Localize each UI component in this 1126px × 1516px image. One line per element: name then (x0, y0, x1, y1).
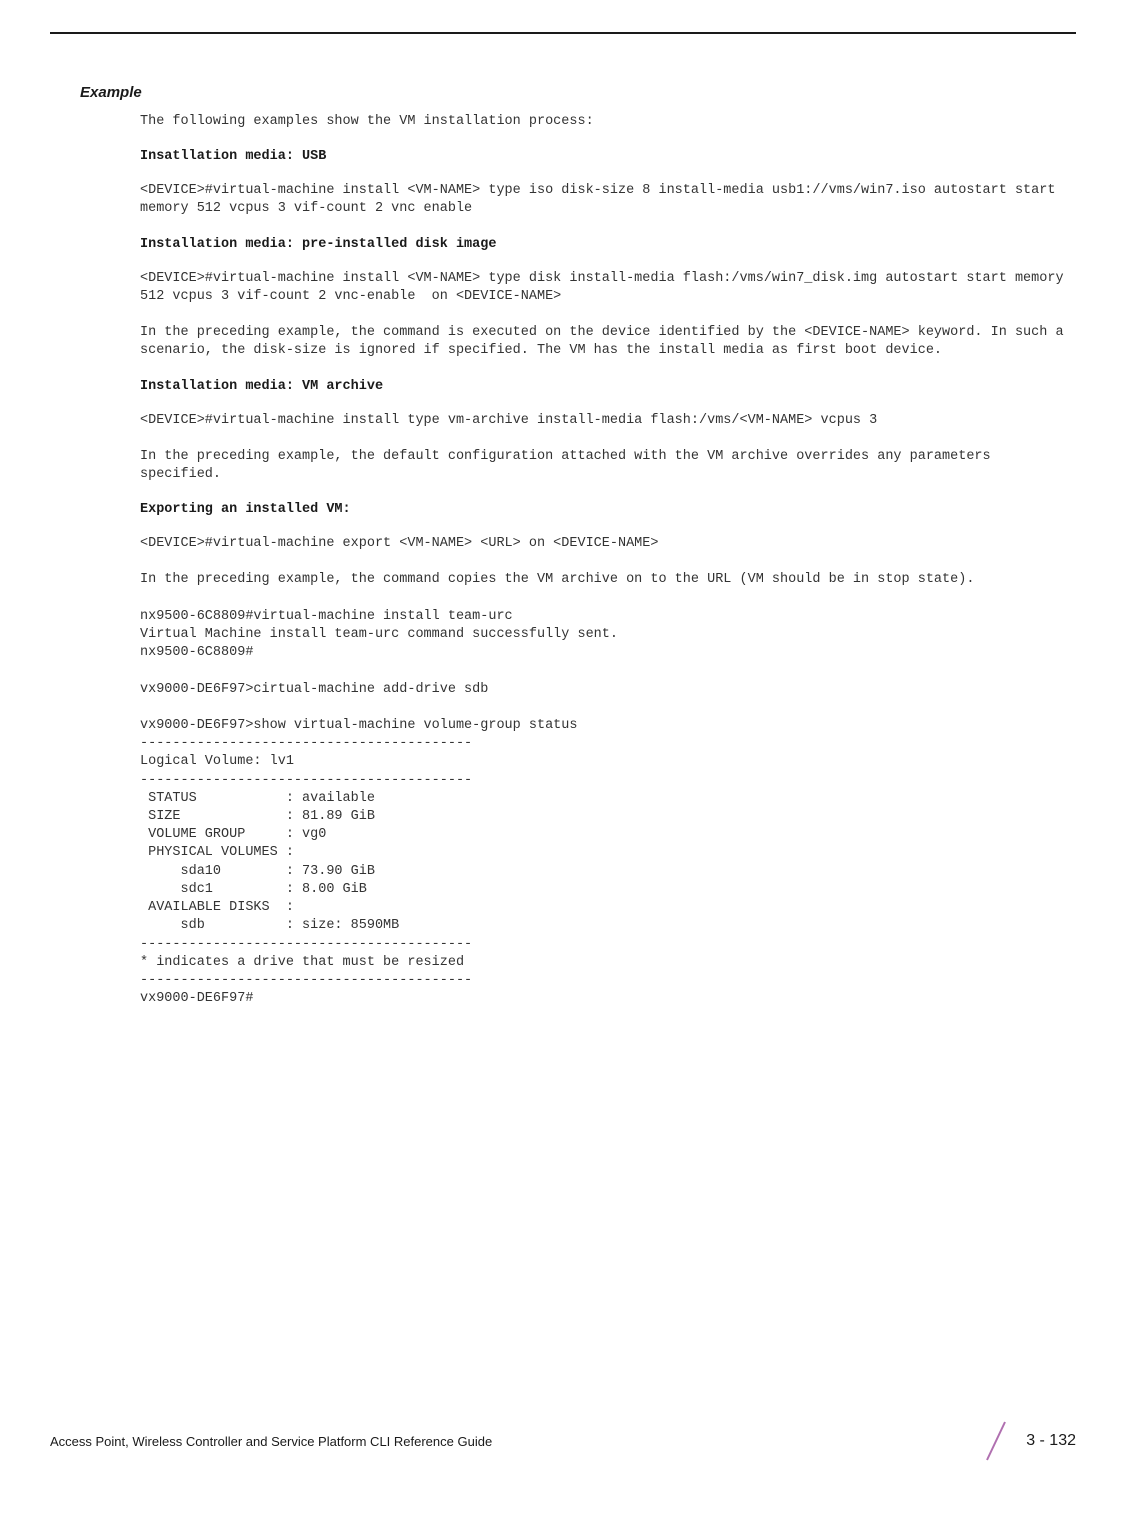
disk-heading: Installation media: pre-installed disk i… (140, 237, 1076, 252)
archive-heading: Installation media: VM archive (140, 379, 1076, 394)
page-number-container: 3 - 132 (984, 1420, 1076, 1462)
usb-command: <DEVICE>#virtual-machine install <VM-NAM… (140, 182, 1076, 218)
footer-reference-title: Access Point, Wireless Controller and Se… (50, 1434, 492, 1449)
intro-text: The following examples show the VM insta… (140, 113, 1076, 131)
usb-heading: Insatllation media: USB (140, 149, 1076, 164)
disk-command: <DEVICE>#virtual-machine install <VM-NAM… (140, 270, 1076, 306)
archive-explanation: In the preceding example, the default co… (140, 448, 1076, 484)
export-heading: Exporting an installed VM: (140, 502, 1076, 517)
page-content: Example The following examples show the … (50, 34, 1076, 1008)
page-number: 3 - 132 (1026, 1432, 1076, 1450)
slash-icon (984, 1420, 1008, 1462)
terminal-output: nx9500-6C8809#virtual-machine install te… (140, 608, 1076, 1009)
export-command: <DEVICE>#virtual-machine export <VM-NAME… (140, 535, 1076, 553)
page-footer: Access Point, Wireless Controller and Se… (50, 1420, 1076, 1462)
export-explanation: In the preceding example, the command co… (140, 571, 1076, 589)
archive-command: <DEVICE>#virtual-machine install type vm… (140, 412, 1076, 430)
disk-explanation: In the preceding example, the command is… (140, 324, 1076, 360)
example-heading: Example (80, 84, 1076, 101)
